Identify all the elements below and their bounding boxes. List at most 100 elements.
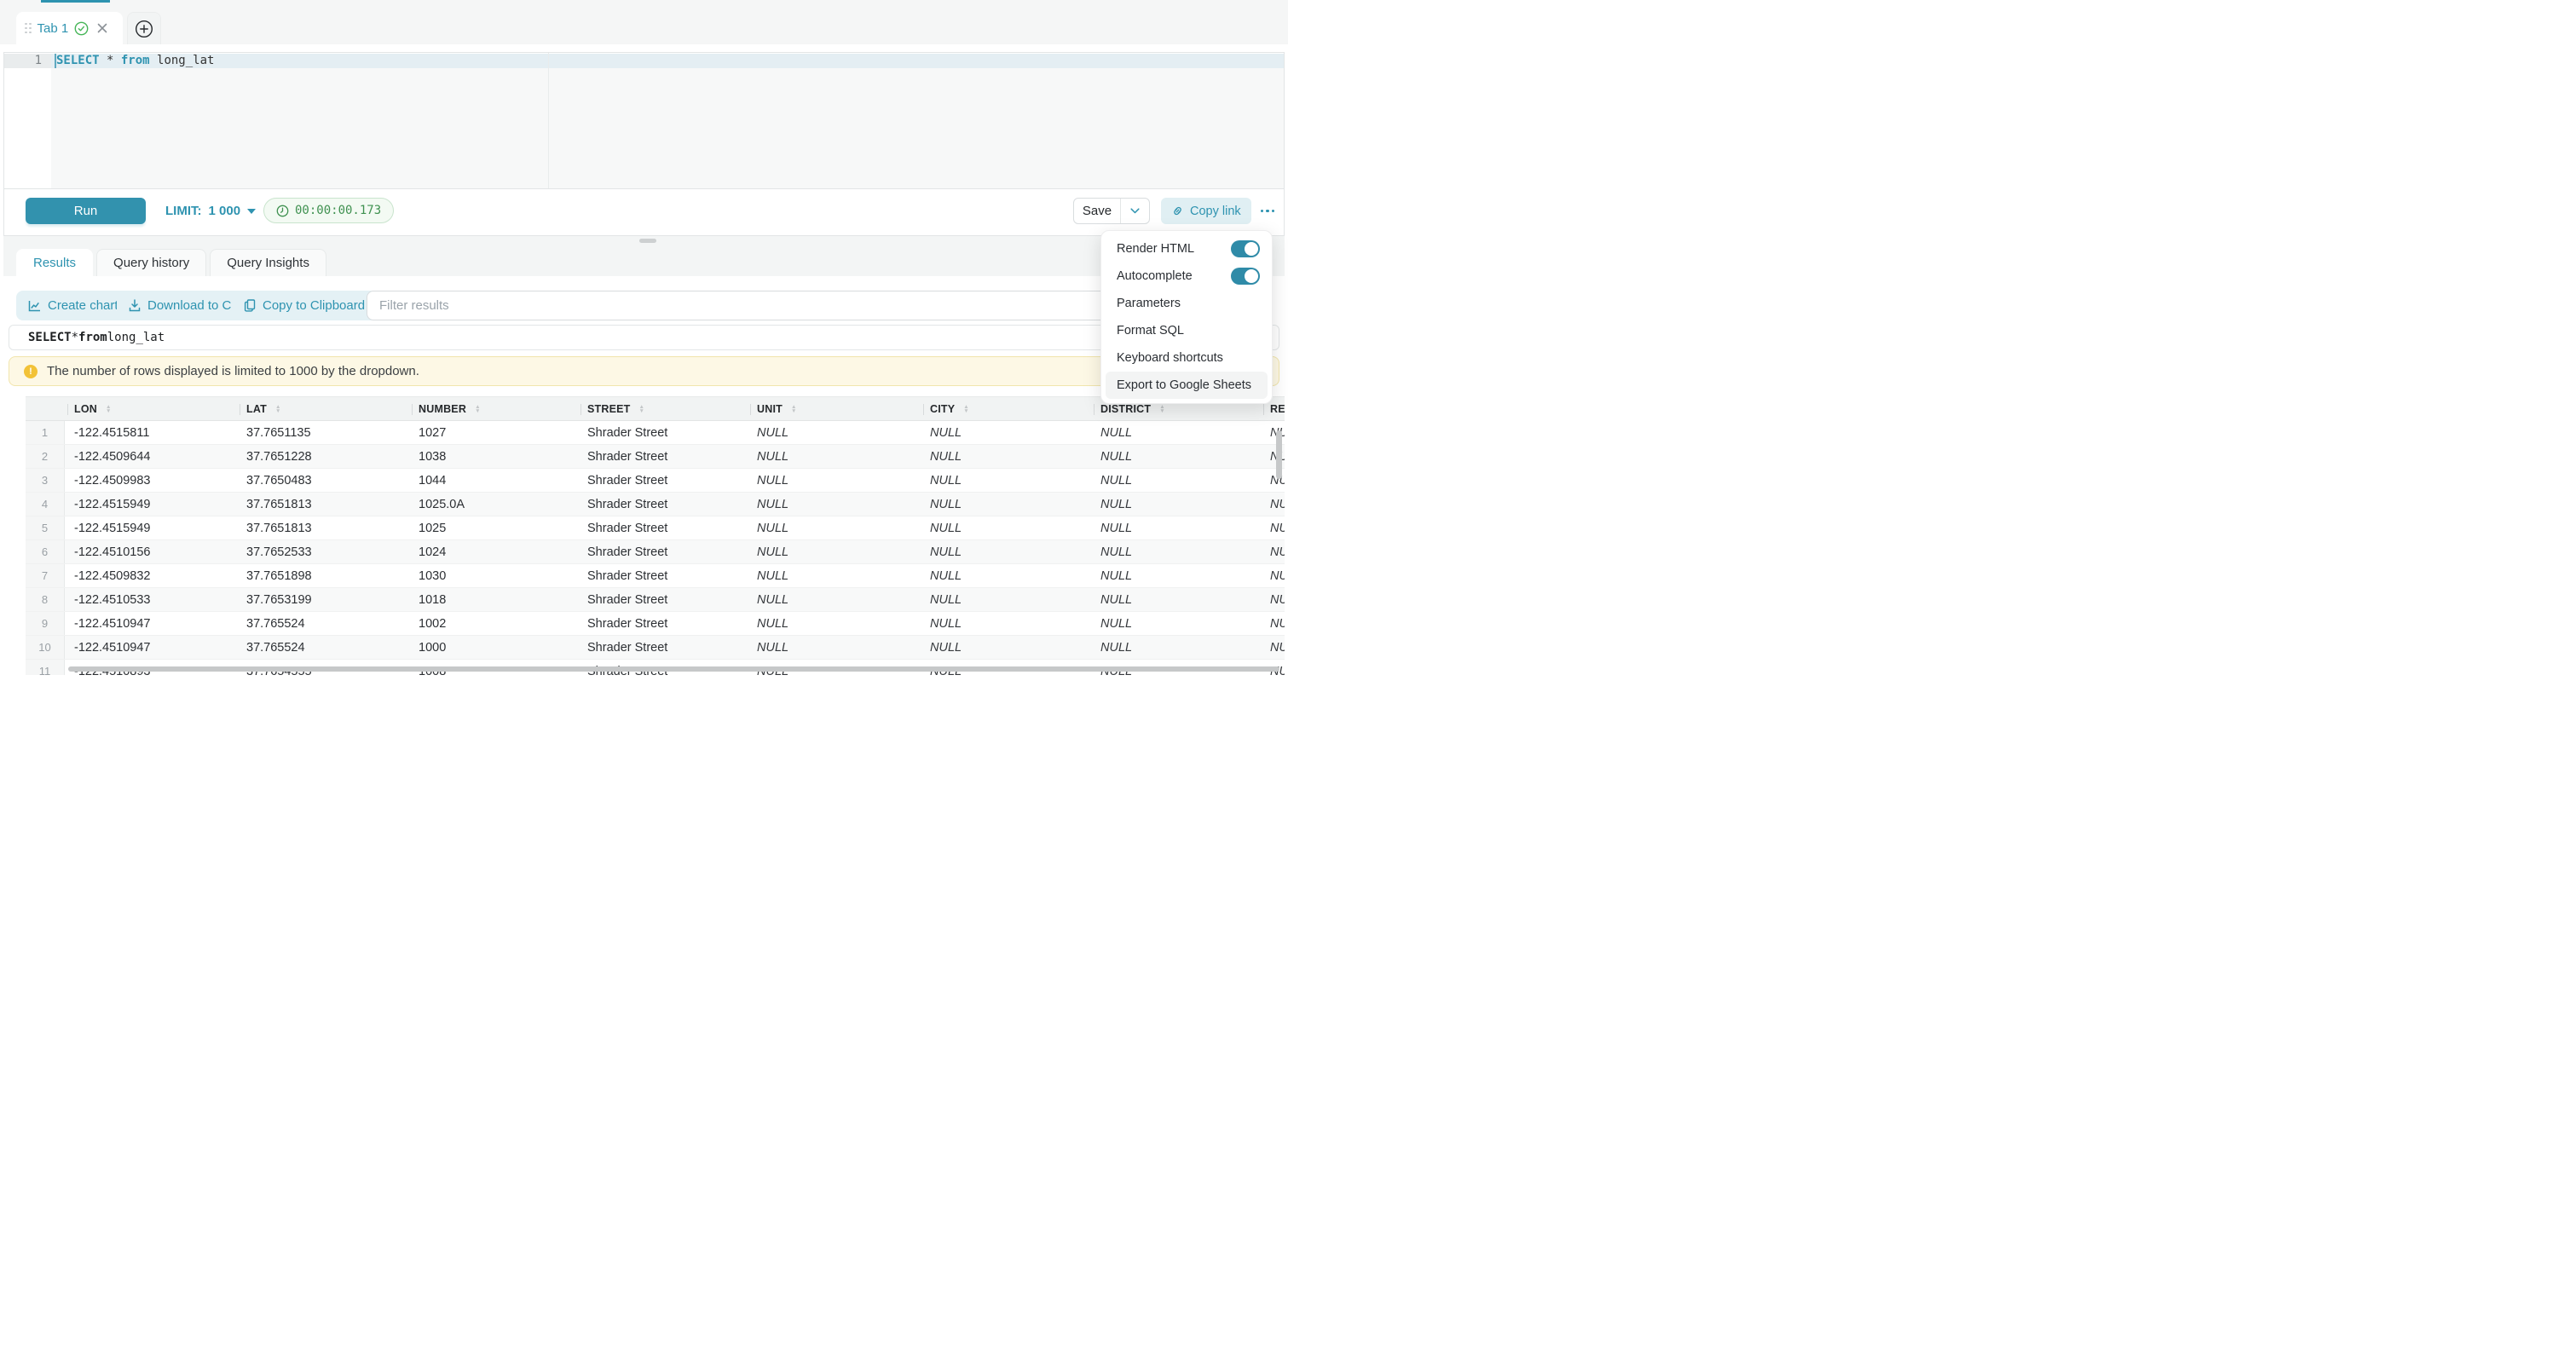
- copy-link-button[interactable]: Copy link: [1161, 198, 1251, 224]
- menu-item-format-sql[interactable]: Format SQL: [1106, 317, 1268, 344]
- create-chart-button[interactable]: Create chart: [16, 291, 130, 320]
- cell-city: NULL: [921, 636, 1091, 659]
- column-header-lat[interactable]: LAT▲▼: [237, 397, 409, 420]
- cell-street: Shrader Street: [578, 421, 748, 444]
- create-chart-label: Create chart: [48, 298, 118, 313]
- drag-handle-icon[interactable]: [25, 23, 32, 34]
- menu-item-keyboard-shortcuts[interactable]: Keyboard shortcuts: [1106, 344, 1268, 372]
- cell-number: 1025.0A: [409, 493, 578, 516]
- cell-city: NULL: [921, 564, 1091, 587]
- horizontal-scrollbar[interactable]: [68, 666, 1279, 672]
- cell-number: 1030: [409, 564, 578, 587]
- column-header-street[interactable]: STREET▲▼: [578, 397, 748, 420]
- cell-unit: NULL: [748, 588, 921, 611]
- cell-district: NULL: [1091, 540, 1261, 563]
- sql-keyword: SELECT: [28, 331, 72, 344]
- chevron-down-icon: [247, 209, 256, 214]
- column-header-number[interactable]: NUMBER▲▼: [409, 397, 578, 420]
- line-number: 1: [4, 54, 42, 68]
- sort-icon[interactable]: ▲▼: [106, 405, 112, 413]
- save-button[interactable]: Save: [1074, 199, 1120, 223]
- plus-icon: [135, 20, 153, 38]
- sort-icon[interactable]: ▲▼: [963, 405, 969, 413]
- vertical-scrollbar[interactable]: [1276, 430, 1282, 479]
- table-row: 8-122.451053337.76531991018Shrader Stree…: [26, 588, 1285, 612]
- add-tab-button[interactable]: [127, 12, 161, 44]
- chart-icon: [28, 300, 41, 312]
- column-header-city[interactable]: CITY▲▼: [921, 397, 1091, 420]
- sql-operator: *: [100, 54, 121, 67]
- tab-results[interactable]: Results: [16, 249, 93, 276]
- column-header-label: RE: [1270, 403, 1285, 415]
- row-number: 3: [26, 469, 65, 492]
- menu-item-label: Render HTML: [1117, 242, 1194, 256]
- column-header-lon[interactable]: LON▲▼: [65, 397, 237, 420]
- options-menu: Render HTML AutocompleteParametersFormat …: [1100, 230, 1273, 404]
- cell-lat: 37.7652533: [237, 540, 409, 563]
- cell-lon: -122.4509983: [65, 469, 237, 492]
- sort-icon[interactable]: ▲▼: [475, 405, 481, 413]
- sort-icon[interactable]: ▲▼: [791, 405, 797, 413]
- cell-unit: NULL: [748, 636, 921, 659]
- cell-unit: NULL: [748, 421, 921, 444]
- sql-identifier: long_lat: [150, 54, 215, 67]
- cell-street: Shrader Street: [578, 636, 748, 659]
- cell-street: Shrader Street: [578, 564, 748, 587]
- sort-icon[interactable]: ▲▼: [1159, 405, 1165, 413]
- cell-unit: NULL: [748, 445, 921, 468]
- menu-item-autocomplete[interactable]: Autocomplete: [1106, 262, 1268, 290]
- cell-street: Shrader Street: [578, 540, 748, 563]
- sort-icon[interactable]: ▲▼: [639, 405, 645, 413]
- more-options-button[interactable]: [1256, 198, 1279, 224]
- row-number: 1: [26, 421, 65, 444]
- menu-item-label: Keyboard shortcuts: [1117, 351, 1223, 365]
- close-tab-icon[interactable]: [97, 23, 107, 33]
- column-header-unit[interactable]: UNIT▲▼: [748, 397, 921, 420]
- table-row: 2-122.450964437.76512281038Shrader Stree…: [26, 445, 1285, 469]
- cell-unit: NULL: [748, 516, 921, 539]
- clock-icon: [276, 205, 289, 217]
- cell-number: 1000: [409, 636, 578, 659]
- cell-re: NULL: [1261, 540, 1285, 563]
- tab-query-history[interactable]: Query history: [96, 249, 206, 276]
- cell-city: NULL: [921, 540, 1091, 563]
- cell-number: 1024: [409, 540, 578, 563]
- toggle-render-html[interactable]: [1231, 240, 1260, 257]
- menu-item-export-to-google-sheets[interactable]: Export to Google Sheets: [1106, 372, 1268, 399]
- cell-unit: NULL: [748, 469, 921, 492]
- cell-number: 1002: [409, 612, 578, 635]
- results-table: LON▲▼LAT▲▼NUMBER▲▼STREET▲▼UNIT▲▼CITY▲▼ DI…: [26, 396, 1285, 675]
- executed-sql-display: SELECT * from long_lat: [9, 325, 1279, 350]
- menu-item-render-html[interactable]: Render HTML: [1106, 235, 1268, 262]
- cell-district: NULL: [1091, 636, 1261, 659]
- cell-lon: -122.4509832: [65, 564, 237, 587]
- save-options-button[interactable]: [1120, 199, 1149, 223]
- cell-lat: 37.7651898: [237, 564, 409, 587]
- spacer: [0, 44, 1288, 52]
- editor-toolbar: Run LIMIT: 1 000 00:00:00.173 Save: [4, 189, 1284, 235]
- panel-resize-handle[interactable]: [639, 239, 656, 243]
- cell-lat: 37.765524: [237, 636, 409, 659]
- limit-dropdown[interactable]: LIMIT: 1 000: [165, 198, 256, 224]
- table-row: 3-122.450998337.76504831044Shrader Stree…: [26, 469, 1285, 493]
- menu-item-parameters[interactable]: Parameters: [1106, 290, 1268, 317]
- cell-street: Shrader Street: [578, 445, 748, 468]
- cell-lat: 37.7651135: [237, 421, 409, 444]
- sql-query-tool: Tab 1 1 SELECT * from long_lat Run: [0, 0, 1288, 675]
- table-row: 1-122.451581137.76511351027Shrader Stree…: [26, 421, 1285, 445]
- sort-icon[interactable]: ▲▼: [275, 405, 281, 413]
- tab-query-insights[interactable]: Query Insights: [210, 249, 326, 276]
- row-number: 11: [26, 660, 65, 675]
- cell-number: 1038: [409, 445, 578, 468]
- run-button[interactable]: Run: [26, 198, 146, 224]
- copy-to-clipboard-button[interactable]: Copy to Clipboard: [232, 291, 377, 320]
- sql-code-editor[interactable]: 1 SELECT * from long_lat: [4, 53, 1284, 189]
- row-number: 10: [26, 636, 65, 659]
- table-header-row: LON▲▼LAT▲▼NUMBER▲▼STREET▲▼UNIT▲▼CITY▲▼ DI…: [26, 396, 1285, 421]
- editor-tab-1[interactable]: Tab 1: [16, 12, 123, 44]
- toggle-autocomplete[interactable]: [1231, 268, 1260, 285]
- column-header-label: DISTRICT: [1100, 403, 1151, 415]
- clipboard-icon: [244, 299, 256, 312]
- cell-district: NULL: [1091, 493, 1261, 516]
- row-number: 2: [26, 445, 65, 468]
